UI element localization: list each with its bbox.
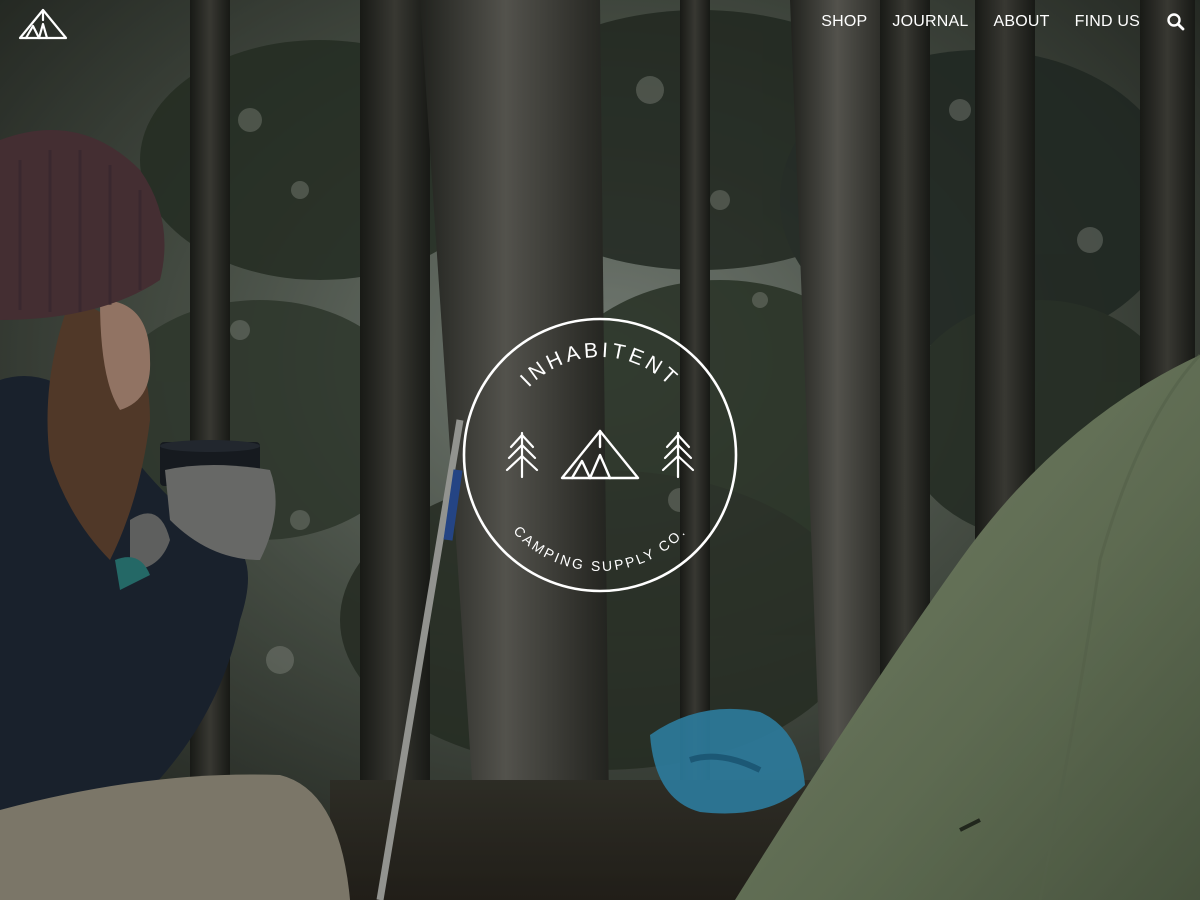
main-nav: SHOP JOURNAL ABOUT FIND US <box>796 10 1186 34</box>
nav-link-find-us[interactable]: FIND US <box>1075 10 1140 34</box>
top-navigation-bar: SHOP JOURNAL ABOUT FIND US <box>0 0 1200 46</box>
brand-badge: INHABITENT CAMPING SUPPLY CO. <box>460 315 740 595</box>
tent-logo-icon[interactable] <box>16 6 70 42</box>
pine-tree-icon <box>661 431 695 479</box>
search-icon[interactable] <box>1166 12 1186 32</box>
nav-link-shop[interactable]: SHOP <box>821 10 867 34</box>
nav-link-journal[interactable]: JOURNAL <box>892 10 968 34</box>
badge-tagline: CAMPING SUPPLY CO. <box>511 523 690 575</box>
badge-brand-name: INHABITENT <box>516 339 684 392</box>
tent-icon <box>560 429 640 480</box>
pine-tree-icon <box>505 431 539 479</box>
nav-link-about[interactable]: ABOUT <box>993 10 1049 34</box>
hero-section: SHOP JOURNAL ABOUT FIND US INHABITENT CA… <box>0 0 1200 900</box>
